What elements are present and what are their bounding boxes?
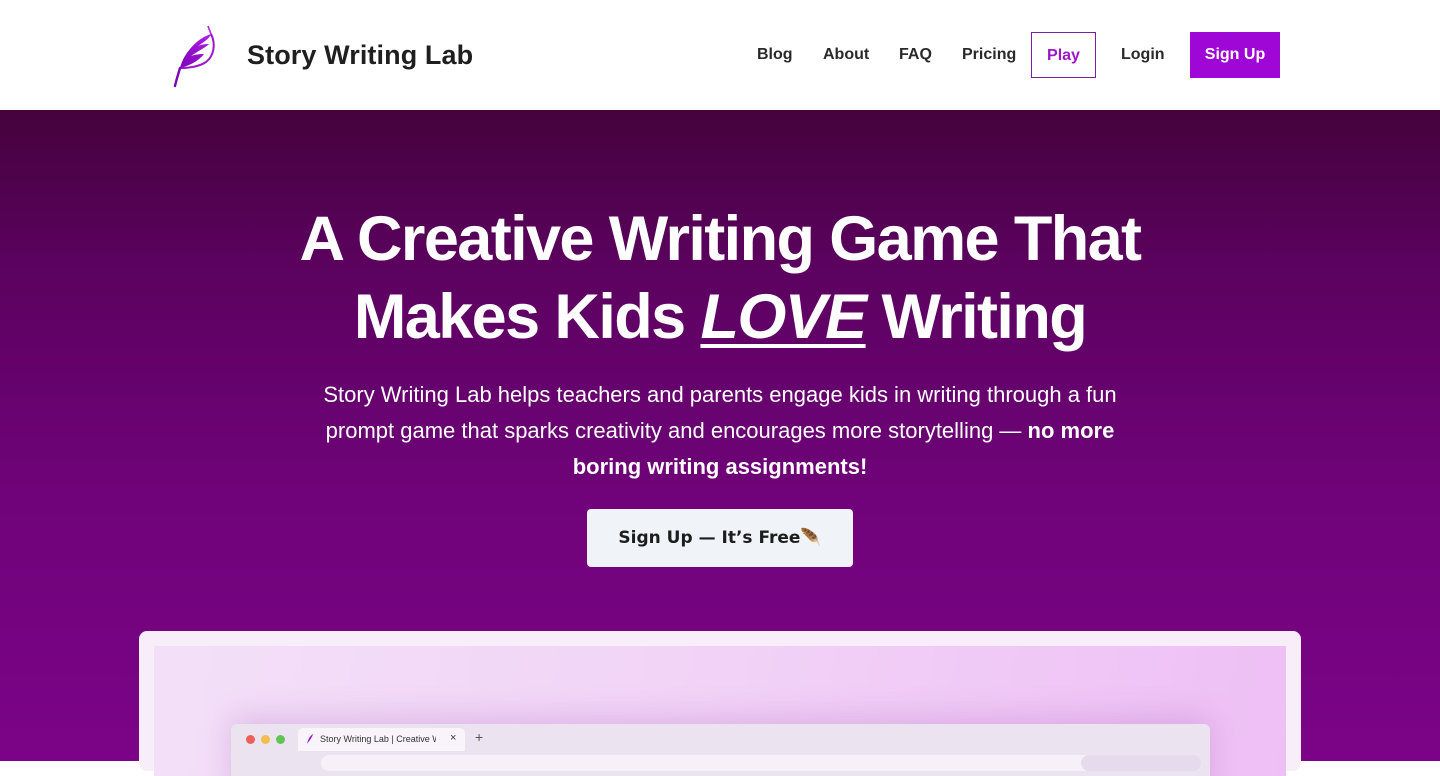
quill-feather-icon	[307, 734, 313, 744]
brand-name: Story Writing Lab	[247, 40, 474, 70]
hero-subtitle: Story Writing Lab helps teachers and par…	[290, 377, 1150, 485]
nav-login-link[interactable]: Login	[1121, 32, 1165, 78]
nav-pricing-link[interactable]: Pricing	[962, 32, 1016, 78]
nav-faq-link[interactable]: FAQ	[899, 32, 932, 78]
hero-title-emphasis: LOVE	[700, 282, 867, 352]
quill-feather-icon	[173, 25, 215, 88]
hero-title-line1: A Creative Writing Game That	[299, 204, 1143, 274]
hero-title: A Creative Writing Game That Makes Kids …	[0, 200, 1440, 356]
browser-tab: Story Writing Lab | Creative Writing ×	[298, 728, 465, 751]
hero-section: A Creative Writing Game That Makes Kids …	[0, 110, 1440, 776]
address-bar	[321, 755, 1121, 771]
browser-window-mockup: Story Writing Lab | Creative Writing × +	[231, 724, 1210, 776]
plus-icon: +	[475, 729, 484, 745]
close-dot-icon	[246, 735, 255, 744]
maximize-dot-icon	[276, 735, 285, 744]
hero-subtitle-text: Story Writing Lab helps teachers and par…	[323, 382, 1117, 443]
browser-toolbar-right	[1081, 755, 1201, 771]
brand[interactable]: Story Writing Lab	[168, 20, 473, 90]
nav-about-link[interactable]: About	[823, 32, 869, 78]
app-preview-frame: Story Writing Lab | Creative Writing × +	[139, 631, 1301, 776]
hero-title-line2-start: Makes Kids	[353, 282, 701, 352]
minimize-dot-icon	[261, 735, 270, 744]
signup-free-button[interactable]: Sign Up — It’s Free🪶	[587, 509, 853, 567]
browser-tab-title: Story Writing Lab | Creative Writing	[320, 734, 436, 744]
close-icon: ×	[450, 732, 457, 744]
app-preview-background: Story Writing Lab | Creative Writing × +	[154, 646, 1286, 776]
hero-title-line2-end: Writing	[865, 282, 1087, 352]
nav-blog-link[interactable]: Blog	[757, 32, 793, 78]
nav-signup-button[interactable]: Sign Up	[1190, 32, 1280, 78]
nav-play-button[interactable]: Play	[1031, 32, 1096, 78]
site-header: Story Writing Lab Blog About FAQ Pricing…	[0, 0, 1440, 110]
